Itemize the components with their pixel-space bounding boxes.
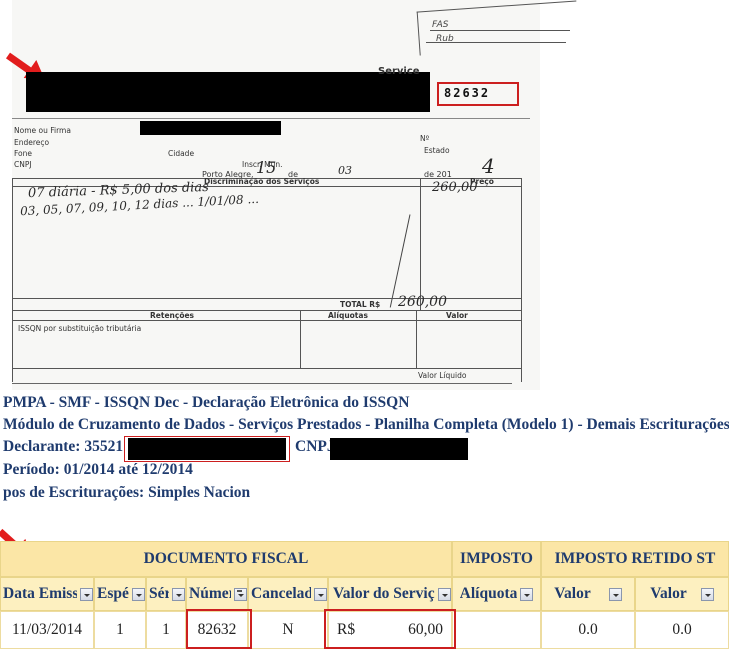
column-label: Valor [650,585,687,602]
handwritten-month: 03 [338,164,352,177]
report-title: PMPA - SMF - ISSQN Dec - Declaração Elet… [3,394,410,411]
handwritten-day: 15 [256,158,277,177]
dropdown-icon[interactable] [438,587,451,601]
dropdown-icon[interactable] [132,587,145,601]
cell-rate [452,611,541,649]
types-line: pos de Escriturações: Simples Nacion [3,484,251,501]
column-header-series[interactable]: Séri [146,577,186,611]
dropdown-icon[interactable] [172,587,185,601]
cell-series: 1 [146,611,186,649]
dropdown-icon[interactable] [700,587,714,601]
column-label: Séri [149,585,169,602]
column-header-retained-value-1[interactable]: Valor [541,577,635,611]
column-label: Data Emissã [3,585,77,602]
description-header: Discriminação dos Serviços [204,177,320,186]
column-label: Valor [554,585,591,602]
column-label: Cancelada [251,585,311,602]
column-header-species[interactable]: Espéc [94,577,146,611]
stamp-text-rub: Rub [436,34,454,44]
column-header-cancelled[interactable]: Cancelada [248,577,328,611]
redaction-bar [26,72,430,112]
group-label: DOCUMENTO FISCAL [143,550,309,567]
table-border [12,368,522,369]
table-border [420,178,421,310]
report-module: Módulo de Cruzamento de Dados - Serviços… [3,416,729,433]
redaction-bar [140,121,281,135]
column-label: Valor do Serviço [333,585,435,602]
period-line: Período: 01/2014 até 12/2014 [3,461,193,478]
field-phone-label: Fone [14,149,33,158]
scanned-invoice: FAS Rub Service 82632 Nome ou Firma Ende… [0,0,729,390]
column-header-number[interactable]: Númer [186,577,248,611]
declarant-highlight [124,436,290,462]
handwritten-year-digit: 4 [482,154,495,178]
column-label: Alíquota [459,585,518,602]
header-title-fragment: Service [378,66,420,77]
cell-species: 1 [94,611,146,649]
column-header-service-value[interactable]: Valor do Serviço [328,577,452,611]
divider [12,118,530,119]
column-header-date[interactable]: Data Emissã [0,577,94,611]
paper-margin [540,0,580,390]
footer-line [12,383,512,384]
declarant-label: Declarante: 35521 [3,438,124,455]
field-cnpj-label: CNPJ [14,160,32,169]
group-header-documento-fiscal: DOCUMENTO FISCAL [0,541,452,577]
field-city-label: Cidade [168,149,195,158]
dropdown-icon[interactable] [80,587,93,601]
retention-line: ISSQN por substituição tributária [18,324,142,333]
table-border [12,178,13,382]
table-border [12,320,522,321]
number-highlight [186,609,252,649]
column-label: Númer [189,585,231,602]
column-label: Espéc [97,585,129,602]
dropdown-icon[interactable] [608,587,622,601]
handwritten-total: 260,00 [398,294,447,310]
cell-retained-value-2: 0.0 [635,611,729,649]
redaction-bar [330,438,468,460]
invoice-number: 82632 [444,86,491,100]
field-number-label: Nº [420,134,430,143]
net-value-label: Valor Líquido [418,371,467,380]
table-border [416,310,417,368]
group-label: IMPOSTO RETIDO ST [554,550,716,567]
handwritten-price: 260,00 [432,180,478,195]
table-border [521,178,522,382]
declarant-line: Declarante: 35521 [3,438,123,456]
filter-dropdown-icon[interactable] [234,587,247,601]
stamp-line [430,30,570,31]
cell-retained-value-1: 0.0 [541,611,635,649]
retention-header: Retenções [150,311,195,320]
dropdown-icon[interactable] [314,587,327,601]
total-label: TOTAL R$ [340,300,381,309]
column-header-retained-value-2[interactable]: Valor [635,577,729,611]
service-value-highlight [324,609,456,649]
field-name-label: Nome ou Firma [14,126,71,135]
field-state-label: Estado [424,146,450,155]
value-header: Valor [446,311,468,320]
cell-date: 11/03/2014 [0,611,94,649]
stamp-text-fas: FAS [432,20,449,30]
data-grid: DOCUMENTO FISCAL IMPOSTO IMPOSTO RETIDO … [0,541,729,649]
dropdown-icon[interactable] [520,587,534,601]
cell-cancelled: N [248,611,328,649]
column-header-rate[interactable]: Alíquota [452,577,541,611]
field-address-label: Endereço [14,138,50,147]
group-header-imposto: IMPOSTO [452,541,541,577]
table-border [300,310,301,368]
group-label: IMPOSTO [460,550,533,567]
rate-header: Alíquotas [328,311,368,320]
group-header-imposto-retido: IMPOSTO RETIDO ST [541,541,729,577]
